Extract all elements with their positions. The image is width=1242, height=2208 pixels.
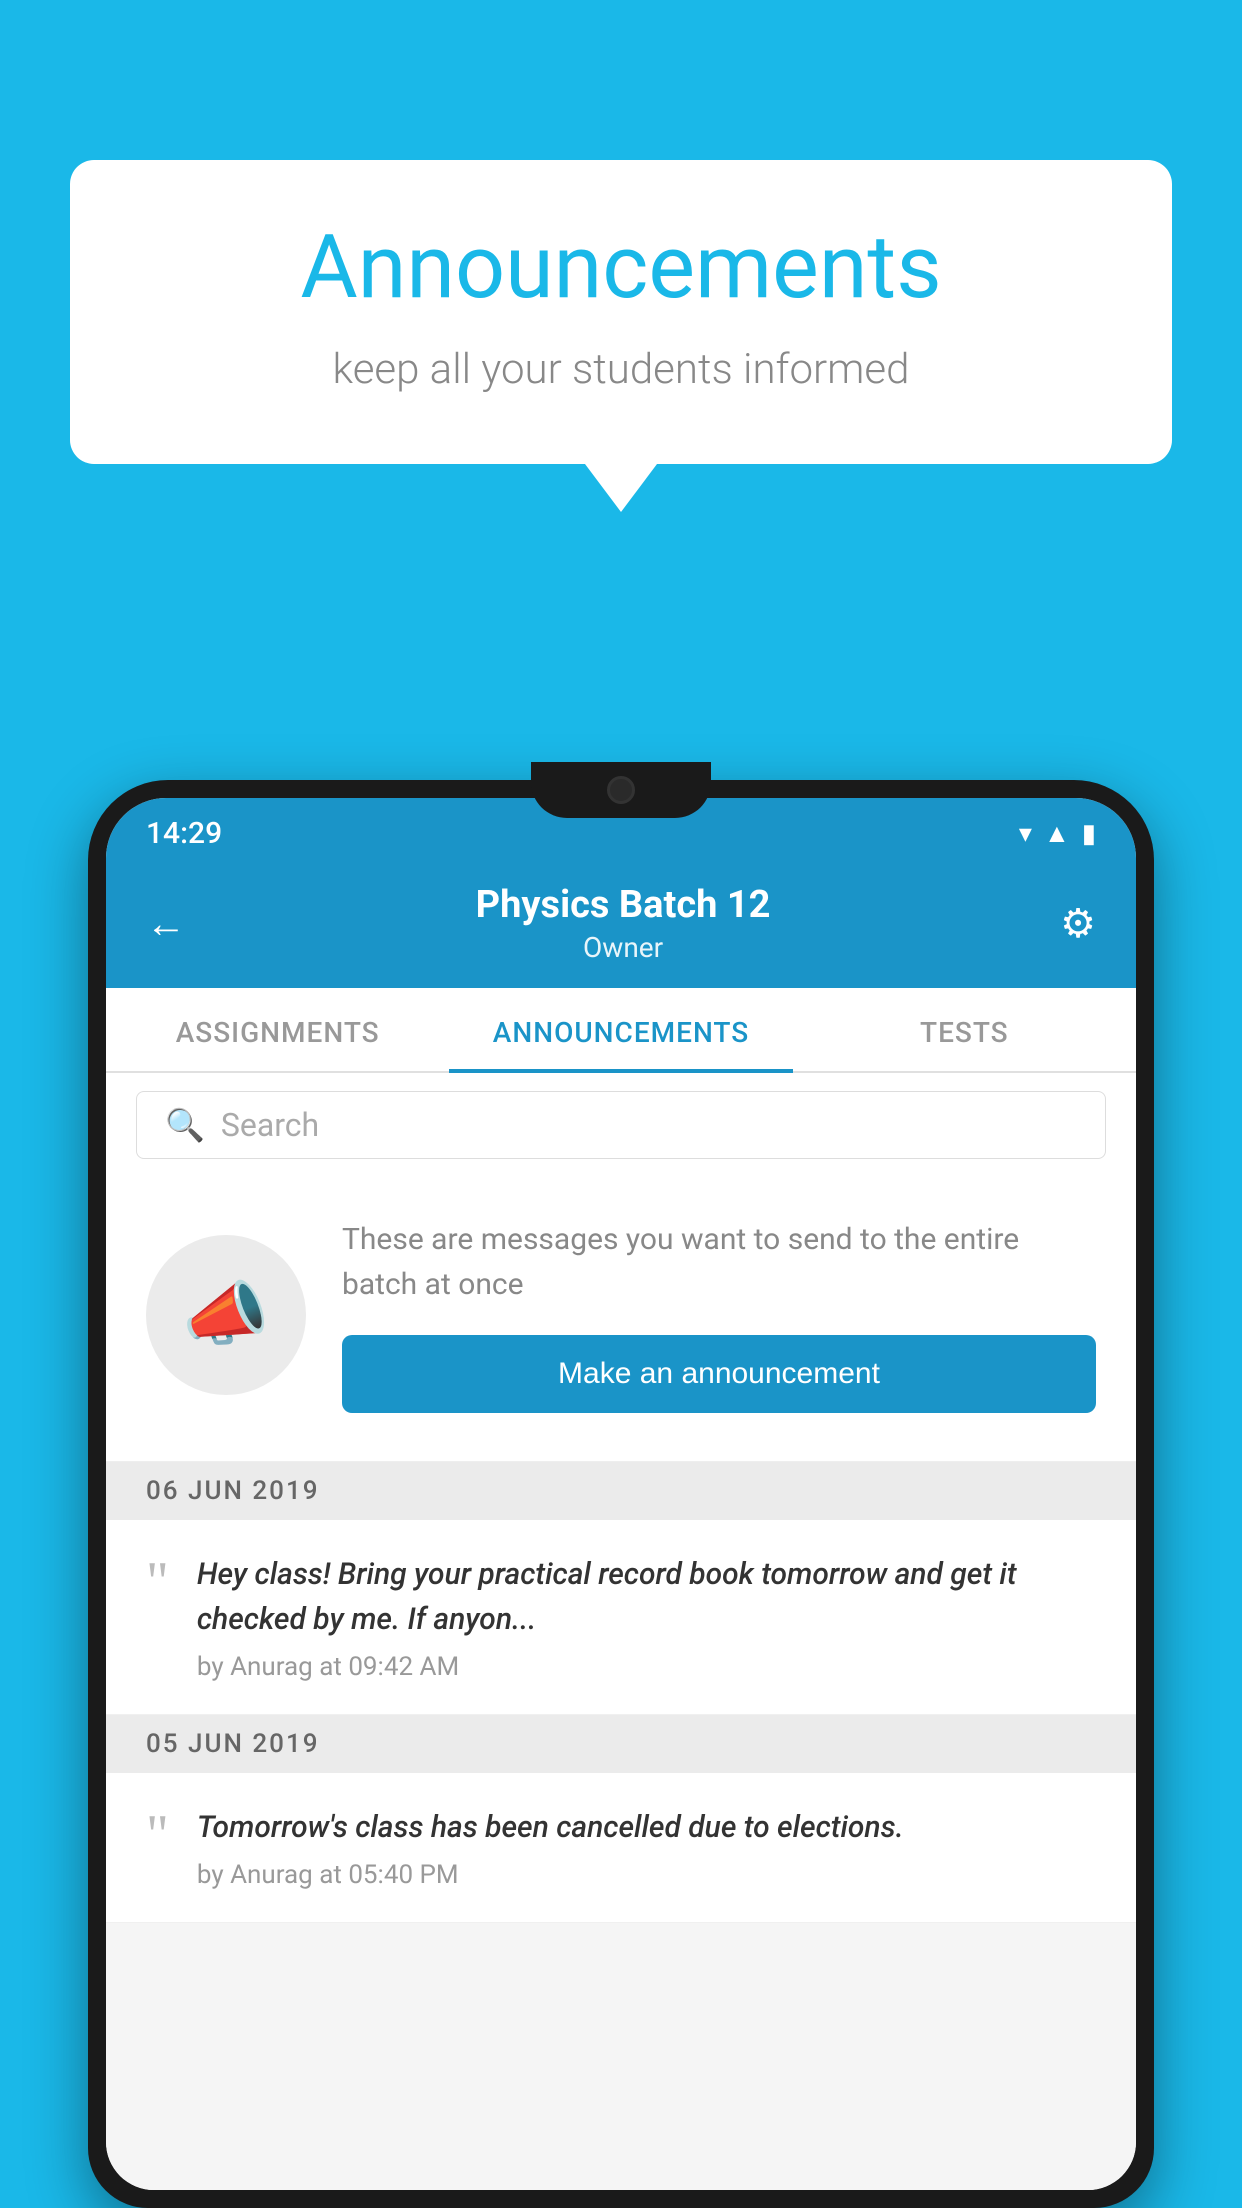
signal-icon: ▲ (1044, 818, 1070, 849)
announcement-meta-1: by Anurag at 09:42 AM (197, 1652, 1096, 1682)
status-icons: ▾ ▲ ▮ (1019, 818, 1096, 849)
phone-device: 14:29 ▾ ▲ ▮ ← Physics Batch 12 Owner ⚙ (88, 780, 1154, 2208)
search-bar: 🔍 Search (106, 1073, 1136, 1177)
announcement-content-2: Tomorrow's class has been cancelled due … (197, 1805, 904, 1890)
megaphone-icon: 📣 (182, 1274, 269, 1356)
quote-icon-1: " (146, 1560, 169, 1605)
date-divider-2: 05 JUN 2019 (106, 1715, 1136, 1773)
phone-screen: 14:29 ▾ ▲ ▮ ← Physics Batch 12 Owner ⚙ (106, 798, 1136, 2190)
tab-announcements[interactable]: ANNOUNCEMENTS (449, 988, 792, 1071)
announcement-icon-circle: 📣 (146, 1235, 306, 1395)
tab-tests[interactable]: TESTS (793, 988, 1136, 1071)
announcement-item-2: " Tomorrow's class has been cancelled du… (106, 1773, 1136, 1923)
search-icon: 🔍 (165, 1106, 205, 1144)
make-announcement-button[interactable]: Make an announcement (342, 1335, 1096, 1413)
phone-camera (607, 776, 635, 804)
announcement-meta-2: by Anurag at 05:40 PM (197, 1860, 904, 1890)
phone-outer: 14:29 ▾ ▲ ▮ ← Physics Batch 12 Owner ⚙ (88, 780, 1154, 2208)
tabs-bar: ASSIGNMENTS ANNOUNCEMENTS TESTS (106, 988, 1136, 1073)
tab-assignments[interactable]: ASSIGNMENTS (106, 988, 449, 1071)
speech-bubble-section: Announcements keep all your students inf… (70, 160, 1172, 512)
announcement-description: These are messages you want to send to t… (342, 1217, 1096, 1307)
announcement-content-1: Hey class! Bring your practical record b… (197, 1552, 1096, 1682)
speech-bubble: Announcements keep all your students inf… (70, 160, 1172, 464)
battery-icon: ▮ (1082, 819, 1096, 849)
wifi-icon: ▾ (1019, 819, 1032, 849)
announcement-intro-right: These are messages you want to send to t… (342, 1217, 1096, 1413)
announcement-text-2: Tomorrow's class has been cancelled due … (197, 1805, 904, 1850)
search-input[interactable]: Search (221, 1106, 319, 1144)
speech-bubble-tail (585, 464, 657, 512)
screen-content: 🔍 Search 📣 These are messages you want t… (106, 1073, 1136, 2190)
app-header: ← Physics Batch 12 Owner ⚙ (106, 863, 1136, 988)
announcement-item-1: " Hey class! Bring your practical record… (106, 1520, 1136, 1715)
speech-bubble-title: Announcements (150, 220, 1092, 317)
quote-icon-2: " (146, 1813, 169, 1858)
header-subtitle: Owner (476, 931, 771, 964)
search-input-wrapper[interactable]: 🔍 Search (136, 1091, 1106, 1159)
header-title: Physics Batch 12 (476, 883, 771, 927)
announcement-text-1: Hey class! Bring your practical record b… (197, 1552, 1096, 1642)
header-title-group: Physics Batch 12 Owner (476, 883, 771, 964)
speech-bubble-subtitle: keep all your students informed (150, 345, 1092, 394)
announcement-intro: 📣 These are messages you want to send to… (106, 1177, 1136, 1462)
back-button[interactable]: ← (146, 900, 186, 947)
status-time: 14:29 (146, 816, 222, 851)
date-divider-1: 06 JUN 2019 (106, 1462, 1136, 1520)
gear-icon[interactable]: ⚙ (1060, 900, 1096, 947)
phone-notch (531, 762, 711, 818)
